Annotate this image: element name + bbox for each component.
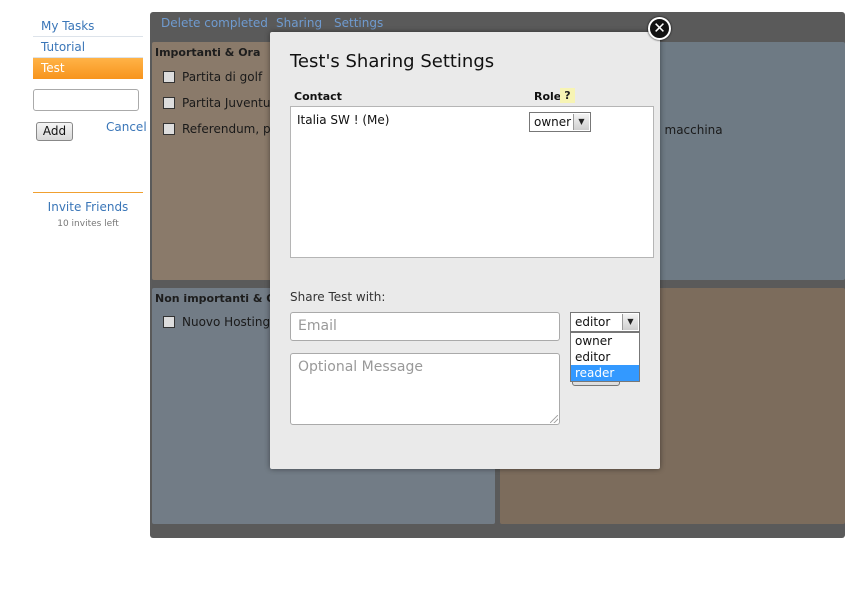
- task-item[interactable]: Partita Juventus: [163, 96, 277, 112]
- task-label: Nuovo Hosting p: [182, 315, 282, 329]
- task-label: Referendum, pa: [182, 122, 278, 136]
- permission-selected-value: editor: [575, 315, 611, 329]
- contacts-list: Italia SW ! (Me) owner ▼: [290, 106, 654, 258]
- sharing-link[interactable]: Sharing: [276, 16, 322, 30]
- help-icon[interactable]: ?: [560, 88, 575, 103]
- chevron-down-icon: ▼: [622, 314, 638, 330]
- contact-column-header: Contact: [294, 90, 342, 103]
- cancel-link[interactable]: Cancel: [106, 120, 147, 134]
- permission-option-editor[interactable]: editor: [571, 349, 639, 365]
- task-item[interactable]: Nuovo Hosting p: [163, 315, 282, 331]
- permission-dropdown-list: owner editor reader: [570, 332, 640, 382]
- task-label: Partita Juventus: [182, 96, 277, 110]
- task-checkbox[interactable]: [163, 123, 175, 135]
- task-item[interactable]: Partita di golf: [163, 70, 262, 86]
- new-list-input[interactable]: [33, 89, 139, 111]
- contact-role-select[interactable]: owner ▼: [529, 112, 591, 132]
- task-label: la macchina: [650, 123, 723, 137]
- sidebar-divider: [33, 192, 143, 193]
- message-placeholder: Optional Message: [298, 359, 424, 375]
- contact-role-value: owner: [534, 115, 572, 129]
- list-link-tutorial[interactable]: Tutorial: [33, 37, 143, 58]
- permission-select[interactable]: editor ▼: [570, 312, 640, 332]
- chevron-down-icon: ▼: [573, 114, 589, 130]
- task-checkbox[interactable]: [163, 97, 175, 109]
- settings-link[interactable]: Settings: [334, 16, 383, 30]
- role-column-header: Role: [534, 90, 562, 103]
- quadrant-title: Importanti & Ora: [155, 46, 261, 59]
- invite-friends-link[interactable]: Invite Friends: [33, 200, 143, 214]
- permission-option-reader[interactable]: reader: [571, 365, 639, 381]
- dialog-title: Test's Sharing Settings: [290, 51, 495, 72]
- sharing-settings-dialog: Test's Sharing Settings Contact Role ? I…: [270, 32, 660, 469]
- list-link-test[interactable]: Test: [33, 58, 143, 79]
- task-checkbox[interactable]: [163, 71, 175, 83]
- share-with-label: Share Test with:: [290, 290, 386, 304]
- list-link-my-tasks[interactable]: My Tasks: [33, 16, 143, 37]
- task-label: Partita di golf: [182, 70, 263, 84]
- permission-option-owner[interactable]: owner: [571, 333, 639, 349]
- quadrant-title: Non importanti & Or: [155, 292, 282, 305]
- sidebar: My Tasks Tutorial Test Add Cancel Invite…: [33, 16, 147, 229]
- optional-message-field[interactable]: Optional Message: [290, 353, 560, 425]
- delete-completed-link[interactable]: Delete completed: [161, 16, 268, 30]
- invites-left-text: 10 invites left: [57, 219, 119, 229]
- task-checkbox[interactable]: [163, 316, 175, 328]
- email-field[interactable]: Email: [290, 312, 560, 341]
- contact-name: Italia SW ! (Me): [297, 113, 390, 127]
- add-list-button[interactable]: Add: [36, 122, 73, 141]
- task-item[interactable]: Referendum, pa: [163, 122, 278, 138]
- resize-grip-icon[interactable]: [550, 415, 558, 423]
- close-icon[interactable]: ✕: [648, 17, 671, 40]
